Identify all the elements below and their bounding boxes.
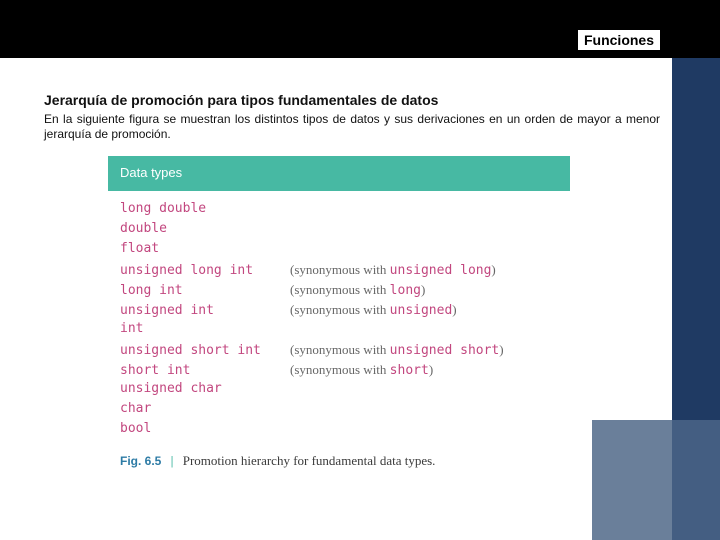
type-row: double bbox=[120, 221, 558, 241]
section-body: En la siguiente figura se muestran los d… bbox=[44, 112, 660, 142]
type-row: float bbox=[120, 241, 558, 261]
figure-box: Data types long double double float unsi… bbox=[108, 156, 570, 479]
type-row: short int(synonymous with short) bbox=[120, 361, 558, 381]
type-keyword: short int bbox=[120, 363, 290, 378]
section-title: Jerarquía de promoción para tipos fundam… bbox=[44, 92, 660, 108]
content-area: Jerarquía de promoción para tipos fundam… bbox=[44, 92, 660, 479]
figure-number: Fig. 6.5 bbox=[120, 454, 161, 468]
type-row: char bbox=[120, 401, 558, 421]
right-sidebar-overlap bbox=[672, 420, 720, 540]
figure-body: long double double float unsigned long i… bbox=[108, 191, 570, 447]
type-row: unsigned short int(synonymous with unsig… bbox=[120, 341, 558, 361]
type-row: unsigned int(synonymous with unsigned) bbox=[120, 301, 558, 321]
type-alt: (synonymous with unsigned short) bbox=[290, 341, 558, 359]
type-keyword: float bbox=[120, 241, 290, 256]
type-row: long int(synonymous with long) bbox=[120, 281, 558, 301]
figure-header: Data types bbox=[108, 156, 570, 191]
type-keyword: unsigned char bbox=[120, 381, 290, 396]
caption-text: Promotion hierarchy for fundamental data… bbox=[183, 453, 436, 468]
type-keyword: double bbox=[120, 221, 290, 236]
type-alt: (synonymous with unsigned) bbox=[290, 301, 558, 319]
type-keyword: char bbox=[120, 401, 290, 416]
type-row: unsigned char bbox=[120, 381, 558, 401]
caption-separator-icon: | bbox=[165, 453, 180, 468]
type-keyword: unsigned short int bbox=[120, 343, 290, 358]
type-keyword: bool bbox=[120, 421, 290, 436]
type-keyword: int bbox=[120, 321, 290, 336]
page-header-title: Funciones bbox=[578, 30, 660, 50]
type-row: int bbox=[120, 321, 558, 341]
type-alt: (synonymous with short) bbox=[290, 361, 558, 379]
figure-caption: Fig. 6.5 | Promotion hierarchy for funda… bbox=[108, 447, 570, 479]
type-row: long double bbox=[120, 201, 558, 221]
type-row: unsigned long int(synonymous with unsign… bbox=[120, 261, 558, 281]
type-keyword: unsigned long int bbox=[120, 263, 290, 278]
type-alt: (synonymous with long) bbox=[290, 281, 558, 299]
type-keyword: long double bbox=[120, 201, 290, 216]
type-row: bool bbox=[120, 421, 558, 441]
type-alt: (synonymous with unsigned long) bbox=[290, 261, 558, 279]
type-keyword: unsigned int bbox=[120, 303, 290, 318]
type-keyword: long int bbox=[120, 283, 290, 298]
